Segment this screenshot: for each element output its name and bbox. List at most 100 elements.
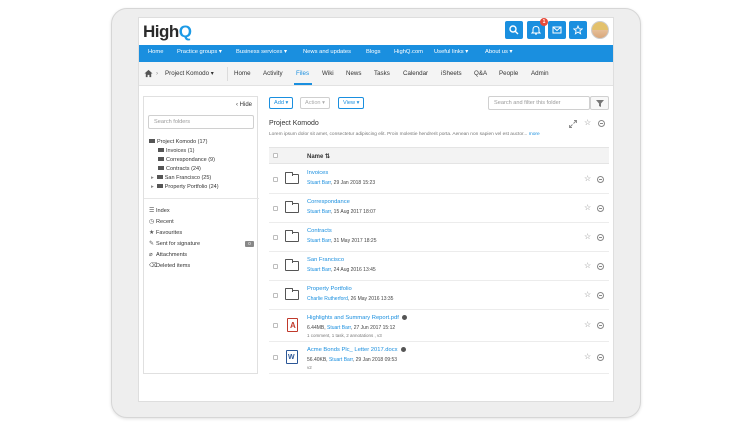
search-button[interactable]: [505, 21, 523, 39]
user-link[interactable]: Stuart Barr: [307, 238, 331, 244]
expand-arrow-icon[interactable]: ▸: [151, 175, 154, 181]
table-row[interactable]: Highlights and Summary Report.pdf 6.44MB…: [269, 310, 609, 342]
tab-activity[interactable]: Activity: [263, 70, 283, 77]
home-icon[interactable]: [144, 69, 153, 78]
table-row[interactable]: Correspondance Stuart Barr, 15 Aug 2017 …: [269, 194, 609, 223]
user-link[interactable]: Stuart Barr: [327, 325, 351, 331]
file-name-link[interactable]: Correspondance: [307, 199, 350, 205]
tree-item-contracts[interactable]: Contracts (24): [158, 165, 201, 172]
user-link[interactable]: Stuart Barr: [307, 209, 331, 215]
remove-icon[interactable]: [597, 354, 604, 361]
table-row[interactable]: Acme Bonds Plc_ Letter 2017.docx 56.40KB…: [269, 342, 609, 374]
user-avatar[interactable]: [591, 21, 609, 39]
remove-icon[interactable]: [597, 292, 604, 299]
info-icon[interactable]: [400, 347, 406, 352]
file-name-link[interactable]: Invoices: [307, 170, 328, 176]
sidebar-link-sent-for-signature[interactable]: ✎ Sent for signature: [149, 240, 200, 247]
user-link[interactable]: Stuart Barr: [307, 267, 331, 273]
info-icon[interactable]: [401, 315, 407, 320]
tab-tasks[interactable]: Tasks: [374, 70, 390, 77]
sidebar-link-attachments[interactable]: ⌀ Attachments: [149, 251, 187, 258]
favourites-button[interactable]: [569, 21, 587, 39]
sidebar-link-favourites[interactable]: ★ Favourites: [149, 229, 182, 236]
file-name-link[interactable]: Highlights and Summary Report.pdf: [307, 315, 407, 321]
project-nav: › Project Komodo ▾ Home Activity Files W…: [139, 62, 613, 86]
tab-wiki[interactable]: Wiki: [322, 70, 334, 77]
row-checkbox[interactable]: [273, 355, 278, 360]
tab-people[interactable]: People: [499, 70, 518, 77]
remove-icon[interactable]: [597, 322, 604, 329]
sidebar-link-index[interactable]: ☰ Index: [149, 207, 170, 214]
nav-useful-links[interactable]: Useful links ▾: [434, 49, 468, 55]
tab-qa[interactable]: Q&A: [474, 70, 487, 77]
tree-item-property-portfolio[interactable]: ▸ Property Portfolio (24): [151, 183, 219, 190]
nav-business-services[interactable]: Business services ▾: [236, 49, 287, 55]
table-row[interactable]: San Francisco Stuart Barr, 24 Aug 2016 1…: [269, 252, 609, 281]
nav-news-and-updates[interactable]: News and updates: [303, 49, 351, 55]
favourite-star-icon[interactable]: ☆: [584, 175, 591, 183]
tree-root[interactable]: Project Komodo (17): [149, 138, 207, 145]
select-all-checkbox[interactable]: [273, 153, 278, 158]
remove-icon[interactable]: [598, 120, 605, 127]
filter-button[interactable]: [590, 96, 609, 110]
user-link[interactable]: Stuart Barr: [307, 180, 331, 186]
nav-about-us[interactable]: About us ▾: [485, 49, 512, 55]
favourite-star-icon[interactable]: ☆: [584, 233, 591, 241]
user-link[interactable]: Stuart Barr: [329, 357, 353, 363]
row-checkbox[interactable]: [273, 323, 278, 328]
favourite-star-icon[interactable]: ☆: [584, 321, 591, 329]
nav-practice-groups[interactable]: Practice groups ▾: [177, 49, 222, 55]
row-checkbox[interactable]: [273, 177, 278, 182]
file-name-link[interactable]: San Francisco: [307, 257, 344, 263]
remove-icon[interactable]: [597, 234, 604, 241]
file-name-link[interactable]: Contracts: [307, 228, 332, 234]
row-checkbox[interactable]: [273, 293, 278, 298]
row-checkbox[interactable]: [273, 206, 278, 211]
expand-arrow-icon[interactable]: ▸: [151, 184, 154, 190]
messages-button[interactable]: [548, 21, 566, 39]
user-link[interactable]: Charlie Rutherford: [307, 296, 348, 302]
favourite-star-icon[interactable]: ☆: [584, 291, 591, 299]
tab-home[interactable]: Home: [234, 70, 251, 77]
favourite-star-icon[interactable]: ☆: [584, 353, 591, 361]
sidebar-link-deleted-items[interactable]: ⌫Deleted items: [149, 262, 190, 269]
nav-blogs[interactable]: Blogs: [366, 49, 381, 55]
more-link[interactable]: more: [529, 132, 540, 137]
project-selector[interactable]: Project Komodo ▾: [165, 70, 214, 77]
expand-icon[interactable]: [569, 120, 577, 128]
favourite-star-icon[interactable]: ☆: [584, 262, 591, 270]
favourite-star-icon[interactable]: ☆: [584, 204, 591, 212]
row-checkbox[interactable]: [273, 235, 278, 240]
tree-item-correspondance[interactable]: Correspondance (9): [158, 156, 215, 163]
nav-highq-com[interactable]: HighQ.com: [394, 49, 423, 55]
action-button[interactable]: Action ▾: [300, 97, 330, 109]
tab-admin[interactable]: Admin: [531, 70, 549, 77]
search-folders-input[interactable]: Search folders: [148, 115, 254, 129]
tree-item-invoices[interactable]: Invoices (1): [158, 147, 194, 154]
tab-news[interactable]: News: [346, 70, 361, 77]
notifications-button[interactable]: 1: [527, 18, 548, 39]
table-row[interactable]: Property Portfolio Charlie Rutherford, 2…: [269, 281, 609, 310]
tab-isheets[interactable]: iSheets: [441, 70, 462, 77]
folder-icon: [149, 138, 155, 143]
tree-item-san-francisco[interactable]: ▸ San Francisco (25): [151, 174, 211, 181]
file-name-link[interactable]: Property Portfolio: [307, 286, 352, 292]
tab-calendar[interactable]: Calendar: [403, 70, 428, 77]
nav-home[interactable]: Home: [148, 49, 163, 55]
remove-icon[interactable]: [597, 205, 604, 212]
tab-files[interactable]: Files: [296, 70, 309, 77]
remove-icon[interactable]: [597, 176, 604, 183]
file-name-link[interactable]: Acme Bonds Plc_ Letter 2017.docx: [307, 347, 406, 353]
table-row[interactable]: Invoices Stuart Barr, 29 Jan 2018 15:23 …: [269, 165, 609, 194]
add-button[interactable]: Add ▾: [269, 97, 294, 109]
filter-folder-input[interactable]: Search and filter this folder: [488, 96, 590, 110]
table-row[interactable]: Contracts Stuart Barr, 31 May 2017 18:25…: [269, 223, 609, 252]
view-button[interactable]: View ▾: [338, 97, 365, 109]
row-checkbox[interactable]: [273, 264, 278, 269]
remove-icon[interactable]: [597, 263, 604, 270]
highq-logo[interactable]: HighQ: [143, 22, 192, 42]
sidebar-link-recent[interactable]: ◷ Recent: [149, 218, 174, 225]
name-column-header[interactable]: Name ⇅: [307, 153, 330, 160]
hide-sidebar-button[interactable]: ‹ Hide: [236, 102, 252, 108]
favourite-star-icon[interactable]: ☆: [584, 119, 591, 127]
